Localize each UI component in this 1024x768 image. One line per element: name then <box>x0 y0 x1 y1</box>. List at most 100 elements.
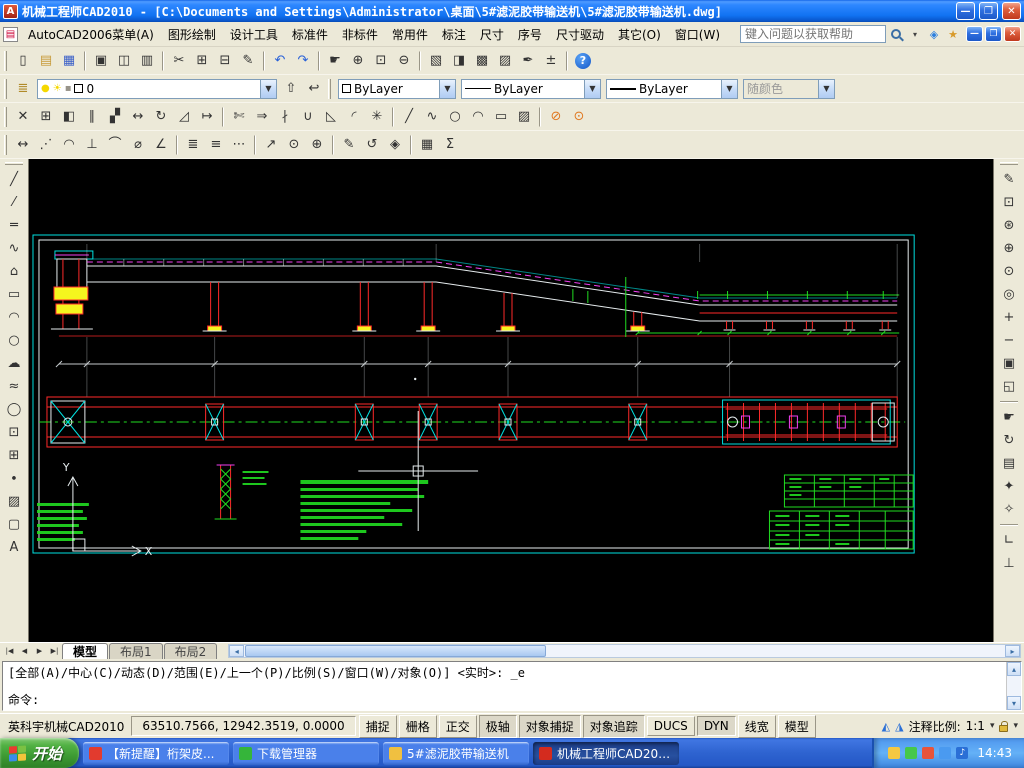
stretch-icon[interactable]: ↦ <box>196 106 218 128</box>
redraw-icon[interactable]: ✦ <box>998 476 1020 497</box>
layer-properties-manager-icon[interactable]: ≣ <box>12 78 34 100</box>
tab-nav-button[interactable]: ▶ <box>32 643 47 659</box>
hatch-icon[interactable]: ▨ <box>3 491 25 512</box>
trim-icon[interactable]: ✄ <box>228 106 250 128</box>
tool-palettes-icon[interactable]: ▩ <box>471 50 493 72</box>
snap-toggle[interactable]: 捕捉 <box>359 715 397 738</box>
pan-realtime-icon[interactable]: ☛ <box>998 407 1020 428</box>
app-icon[interactable]: A <box>3 4 18 19</box>
ordinate-icon[interactable]: ⊥ <box>81 134 103 156</box>
tab-layout1[interactable]: 布局1 <box>109 643 163 659</box>
paste-icon[interactable]: ⊟ <box>214 50 236 72</box>
layer-dropdown-arrow-icon[interactable]: ▼ <box>260 80 276 98</box>
tray-icon-network[interactable] <box>939 747 951 759</box>
zoom-window-icon[interactable]: ⊡ <box>370 50 392 72</box>
scroll-right-icon[interactable]: ▸ <box>1005 645 1020 657</box>
snap-override-icon[interactable]: ⊘ <box>545 106 567 128</box>
help-icon[interactable]: ? <box>572 50 594 72</box>
taskbar-item-message[interactable]: 【新提醒】桁架皮... <box>83 742 229 765</box>
tray-icon-download[interactable] <box>922 747 934 759</box>
copy-icon[interactable]: ⊞ <box>191 50 213 72</box>
pan-icon[interactable]: ☛ <box>324 50 346 72</box>
horizontal-scrollbar[interactable]: ◂ ▸ <box>228 644 1021 658</box>
communication-center-icon[interactable]: ◈ <box>926 26 942 42</box>
taskbar-item-cad[interactable]: 机械工程师CAD201... <box>533 742 679 765</box>
break-icon[interactable]: ∤ <box>274 106 296 128</box>
dimension-edit-icon[interactable]: ✎ <box>338 134 360 156</box>
regen-icon[interactable]: ✧ <box>998 499 1020 520</box>
orbit-icon[interactable]: ↻ <box>998 430 1020 451</box>
lineweight-toggle[interactable]: 线宽 <box>738 715 776 738</box>
tray-icon-volume[interactable]: ♪ <box>956 747 968 759</box>
scrollbar-thumb[interactable] <box>245 645 545 657</box>
help-search-input[interactable] <box>740 25 886 43</box>
annotation-scale-dropdown-icon[interactable]: ▾ <box>990 721 995 731</box>
arc-length-icon[interactable]: ◠ <box>58 134 80 156</box>
line-icon[interactable]: ╱ <box>398 106 420 128</box>
scale-icon[interactable]: ◿ <box>173 106 195 128</box>
offset-icon[interactable]: ∥ <box>81 106 103 128</box>
properties-icon[interactable]: ▧ <box>425 50 447 72</box>
document-restore-button[interactable]: ❐ <box>985 26 1002 42</box>
table-icon[interactable]: ▦ <box>416 134 438 156</box>
menu-item[interactable]: 序号 <box>511 23 549 46</box>
restore-button[interactable]: ❐ <box>979 2 998 20</box>
leader-icon[interactable]: ↗ <box>260 134 282 156</box>
ucs-tool-icon[interactable]: ∟ <box>998 530 1020 551</box>
explode-icon[interactable]: ✳ <box>366 106 388 128</box>
toolbar-grip[interactable] <box>4 107 7 127</box>
match-properties-icon[interactable]: ✎ <box>237 50 259 72</box>
angular-dimension-icon[interactable]: ∠ <box>150 134 172 156</box>
tab-layout2[interactable]: 布局2 <box>164 643 218 659</box>
toolbar-grip[interactable] <box>5 162 23 165</box>
document-icon[interactable]: ▤ <box>3 27 18 42</box>
radius-dimension-icon[interactable]: ⌒ <box>104 134 126 156</box>
diameter-dimension-icon[interactable]: ⌀ <box>127 134 149 156</box>
start-button[interactable]: 开始 <box>0 738 79 768</box>
chamfer-icon[interactable]: ◺ <box>320 106 342 128</box>
region-icon[interactable]: ▢ <box>3 514 25 535</box>
drawing-canvas[interactable]: Y X <box>28 159 994 642</box>
tray-icon-antivirus[interactable] <box>905 747 917 759</box>
tab-nav-button[interactable]: ▶| <box>47 643 62 659</box>
continue-dimension-icon[interactable]: ⋯ <box>228 134 250 156</box>
join-icon[interactable]: ∪ <box>297 106 319 128</box>
copy-object-icon[interactable]: ⊞ <box>35 106 57 128</box>
ortho-toggle[interactable]: 正交 <box>439 715 477 738</box>
baseline-dimension-icon[interactable]: ≡ <box>205 134 227 156</box>
polar-toggle[interactable]: 极轴 <box>479 715 517 738</box>
menu-item[interactable]: 图形绘制 <box>161 23 223 46</box>
zoom-out-icon[interactable]: − <box>998 330 1020 351</box>
designcenter-icon[interactable]: ◨ <box>448 50 470 72</box>
grid-toggle[interactable]: 栅格 <box>399 715 437 738</box>
tray-icon-im[interactable] <box>888 747 900 759</box>
toolbar-lock-icon[interactable] <box>999 725 1008 732</box>
document-minimize-button[interactable]: — <box>966 26 983 42</box>
named-views-icon[interactable]: ▤ <box>998 453 1020 474</box>
tolerance-icon[interactable]: ⊙ <box>283 134 305 156</box>
make-block-icon[interactable]: ⊞ <box>3 445 25 466</box>
search-dropdown-icon[interactable]: ▾ <box>907 26 923 42</box>
circle-icon[interactable]: ○ <box>3 330 25 351</box>
menu-item[interactable]: 常用件 <box>385 23 435 46</box>
zoom-object-icon[interactable]: ◎ <box>998 284 1020 305</box>
rectangle-icon[interactable]: ▭ <box>3 284 25 305</box>
erase-icon[interactable]: ✕ <box>12 106 34 128</box>
tab-model[interactable]: 模型 <box>62 643 108 659</box>
scrollbar-track[interactable] <box>547 645 1005 657</box>
scroll-up-icon[interactable]: ▴ <box>1007 662 1021 676</box>
zoom-window-icon[interactable]: ⊡ <box>998 192 1020 213</box>
dimension-update-icon[interactable]: ↺ <box>361 134 383 156</box>
menu-item[interactable]: 尺寸 <box>473 23 511 46</box>
field-sum-icon[interactable]: Σ <box>439 134 461 156</box>
command-scrollbar[interactable]: ▴ ▾ <box>1006 662 1021 710</box>
extend-icon[interactable]: ⇒ <box>251 106 273 128</box>
undo-icon[interactable]: ↶ <box>269 50 291 72</box>
zoom-extents-icon[interactable]: ◱ <box>998 376 1020 397</box>
plot-preview-icon[interactable]: ◫ <box>113 50 135 72</box>
toolbar-grip[interactable] <box>4 79 7 99</box>
layer-select[interactable]: ● ☀ ▪ 0 ▼ <box>37 79 277 99</box>
rotate-icon[interactable]: ↻ <box>150 106 172 128</box>
menu-item[interactable]: 其它(O) <box>611 23 668 46</box>
model-toggle[interactable]: 模型 <box>778 715 816 738</box>
